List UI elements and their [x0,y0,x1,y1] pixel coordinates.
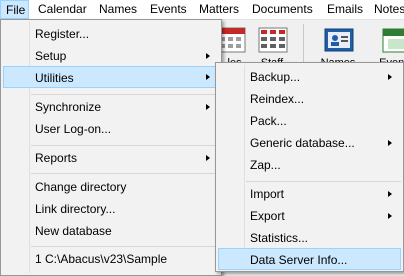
events-calendar-icon [382,28,404,53]
menu-item-utilities[interactable]: Utilities [3,66,219,88]
menubar-file[interactable]: File [0,0,29,19]
menu-separator [31,94,219,95]
menu-item-register[interactable]: Register... [3,23,219,45]
menu-separator [31,145,219,146]
menu-item-link-directory[interactable]: Link directory... [3,198,219,220]
menu-item-zap[interactable]: Zap... [218,154,401,176]
submenu-arrow-icon [388,213,392,219]
menu-separator [31,173,219,174]
menu-item-reports[interactable]: Reports [3,147,219,169]
menu-item-recent-file[interactable]: 1 C:\Abacus\v23\Sample [3,248,219,270]
submenu-arrow-icon [206,74,210,80]
menu-item-statistics[interactable]: Statistics... [218,227,401,249]
menu-item-synchronize[interactable]: Synchronize [3,96,219,118]
menubar-matters[interactable]: Matters [199,0,239,19]
submenu-arrow-icon [388,140,392,146]
menu-separator [246,181,401,182]
menu-separator [31,246,219,247]
menubar-documents[interactable]: Documents [252,0,313,19]
submenu-arrow-icon [388,191,392,197]
menu-item-setup[interactable]: Setup [3,45,219,67]
menu-item-data-server-info[interactable]: Data Server Info... [218,248,401,270]
submenu-arrow-icon [206,53,210,59]
menubar-events[interactable]: Events [150,0,187,19]
menubar-emails[interactable]: Emails [327,0,363,19]
menu-bar: File Calendar Names Events Matters Docum… [0,0,404,20]
menubar-names[interactable]: Names [99,0,137,19]
menu-item-import[interactable]: Import [218,183,401,205]
menu-item-export[interactable]: Export [218,205,401,227]
names-card-icon [324,28,354,52]
menu-item-pack[interactable]: Pack... [218,110,401,132]
menubar-calendar[interactable]: Calendar [38,0,87,19]
submenu-arrow-icon [388,74,392,80]
submenu-arrow-icon [206,155,210,161]
menubar-notes[interactable]: Notes [374,0,404,19]
menu-item-reindex[interactable]: Reindex... [218,88,401,110]
utilities-submenu: Backup... Reindex... Pack... Generic dat… [215,62,404,272]
menu-item-change-directory[interactable]: Change directory [3,176,219,198]
menu-item-generic-database[interactable]: Generic database... [218,132,401,154]
staff-grid-icon [258,27,288,53]
menu-item-user-logon[interactable]: User Log-on... [3,118,219,140]
menu-item-backup[interactable]: Backup... [218,66,401,88]
submenu-arrow-icon [206,104,210,110]
file-menu: Register... Setup Utilities Synchronize … [0,19,222,276]
menu-item-new-database[interactable]: New database [3,220,219,242]
